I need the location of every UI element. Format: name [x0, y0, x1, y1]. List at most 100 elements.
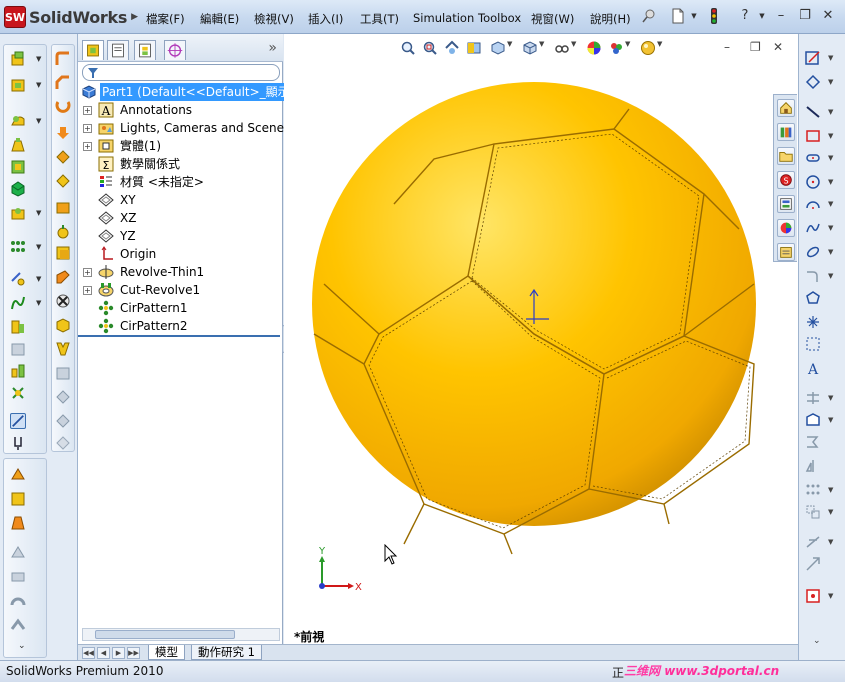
- mirror-icon[interactable]: [10, 363, 26, 379]
- tree-item-annotations[interactable]: + A Annotations: [78, 101, 283, 119]
- dropdown-arrow-icon[interactable]: ▼: [828, 592, 833, 600]
- menu-help[interactable]: 說明(H): [590, 11, 631, 27]
- rapid-sketch-icon[interactable]: [805, 588, 821, 604]
- sketch-mode-icon[interactable]: [10, 413, 26, 429]
- menu-tools[interactable]: 工具(T): [360, 11, 399, 27]
- split-icon[interactable]: [55, 293, 71, 309]
- dropdown-arrow-icon[interactable]: ▼: [36, 55, 41, 63]
- tree-item-origin[interactable]: Origin: [78, 245, 283, 263]
- menu-window[interactable]: 視窗(W): [531, 11, 574, 27]
- expand-panel-button[interactable]: »: [268, 40, 277, 56]
- base-flange-icon[interactable]: [10, 467, 26, 483]
- linear-pattern-icon[interactable]: [10, 239, 26, 255]
- dropdown-arrow-icon[interactable]: ▼: [828, 538, 833, 546]
- dropdown-arrow-icon[interactable]: ▼: [828, 272, 833, 280]
- dropdown-arrow-icon[interactable]: ▼: [36, 81, 41, 89]
- dropdown-arrow-icon[interactable]: ▼: [828, 508, 833, 516]
- solidworks-logo[interactable]: SW SolidWorks ▶: [4, 6, 138, 28]
- draft-icon[interactable]: [55, 125, 71, 141]
- dimxpertmanager-tab-icon[interactable]: [164, 40, 186, 60]
- instant3d-icon[interactable]: [10, 319, 26, 335]
- dropdown-arrow-icon[interactable]: ▼: [828, 486, 833, 494]
- dropdown-arrow-icon[interactable]: ▼: [828, 78, 833, 86]
- menu-toolbox[interactable]: Toolbox: [478, 11, 521, 25]
- intersect-icon[interactable]: [55, 199, 71, 215]
- propertymanager-tab-icon[interactable]: [107, 40, 129, 60]
- new-dropdown-icon[interactable]: ▼: [686, 8, 702, 24]
- rectangle-icon[interactable]: [805, 128, 821, 144]
- dropdown-arrow-icon[interactable]: ▼: [36, 299, 41, 307]
- dropdown-arrow-icon[interactable]: ▼: [828, 200, 833, 208]
- design-library-icon[interactable]: [777, 123, 795, 141]
- tree-item-plane-xz[interactable]: XZ: [78, 209, 283, 227]
- custom-properties-icon[interactable]: [777, 243, 795, 261]
- new-document-icon[interactable]: [670, 8, 686, 24]
- tab-model[interactable]: 模型: [148, 645, 185, 660]
- configurationmanager-tab-icon[interactable]: [134, 40, 156, 60]
- restore-button[interactable]: ❐: [797, 8, 813, 24]
- text-icon[interactable]: A: [805, 360, 821, 376]
- tree-item-cut-revolve1[interactable]: + Cut-Revolve1: [78, 281, 283, 299]
- tree-item-equations[interactable]: Σ 數學關係式: [78, 155, 283, 173]
- trim-entities-icon[interactable]: [805, 390, 821, 406]
- dropdown-arrow-icon[interactable]: ▼: [36, 275, 41, 283]
- convert-entities-icon[interactable]: [805, 412, 821, 428]
- boundary-boss-icon[interactable]: [10, 159, 26, 175]
- fillet-icon[interactable]: [55, 51, 71, 67]
- shell-feature-icon[interactable]: [55, 245, 71, 261]
- point-icon[interactable]: [805, 314, 821, 330]
- curves-icon[interactable]: [10, 295, 26, 311]
- lofted-boss-icon[interactable]: [10, 137, 26, 153]
- move-face-icon[interactable]: [10, 385, 26, 401]
- tree-item-cirpattern2[interactable]: CirPattern2: [78, 317, 283, 335]
- centerline-icon[interactable]: [805, 336, 821, 352]
- dropdown-arrow-icon[interactable]: ▼: [828, 54, 833, 62]
- search-results-icon[interactable]: S: [777, 171, 795, 189]
- featuremanager-tab-icon[interactable]: [82, 40, 104, 60]
- dropdown-arrow-icon[interactable]: ▼: [36, 243, 41, 251]
- file-explorer-icon[interactable]: [777, 147, 795, 165]
- resources-home-icon[interactable]: [777, 99, 795, 117]
- first-tab-arrow-icon[interactable]: ◀◀: [82, 647, 95, 659]
- appearances-scenes-icon[interactable]: [777, 219, 795, 237]
- pin-icon[interactable]: [641, 8, 657, 24]
- extruded-cut-icon[interactable]: [10, 181, 26, 197]
- tree-item-lights-cameras[interactable]: + Lights, Cameras and Scene: [78, 119, 284, 137]
- slot-icon[interactable]: [805, 150, 821, 166]
- minimize-button[interactable]: –: [773, 8, 789, 24]
- rebuild-traffic-light-icon[interactable]: [706, 8, 722, 24]
- revolved-boss-icon[interactable]: [10, 77, 26, 93]
- spline-icon[interactable]: [805, 220, 821, 236]
- hole-wizard-icon[interactable]: [55, 223, 71, 239]
- expand-toggle[interactable]: +: [83, 106, 92, 115]
- dropdown-arrow-icon[interactable]: ▼: [828, 154, 833, 162]
- prev-tab-arrow-icon[interactable]: ◀: [97, 647, 110, 659]
- revolved-cut-icon[interactable]: [10, 205, 26, 221]
- dropdown-arrow-icon[interactable]: ▼: [36, 209, 41, 217]
- dome-icon[interactable]: [55, 149, 71, 165]
- rib-icon[interactable]: [55, 99, 71, 115]
- line-icon[interactable]: [805, 104, 821, 120]
- ellipse-icon[interactable]: [805, 244, 821, 260]
- help-dropdown-icon[interactable]: ▼: [754, 8, 770, 24]
- dropdown-arrow-icon[interactable]: ▼: [828, 224, 833, 232]
- dropdown-arrow-icon[interactable]: ▼: [828, 108, 833, 116]
- menu-view[interactable]: 檢視(V): [254, 11, 294, 27]
- scale-icon[interactable]: [55, 269, 71, 285]
- close-button[interactable]: ✕: [820, 8, 836, 24]
- reference-geometry-icon[interactable]: [10, 271, 26, 287]
- circle-icon[interactable]: [805, 174, 821, 190]
- rollback-bar[interactable]: [78, 335, 280, 337]
- swept-boss-icon[interactable]: [10, 113, 26, 129]
- menu-file[interactable]: 檔案(F): [146, 11, 185, 27]
- sketch-icon[interactable]: [805, 50, 821, 66]
- expand-toggle[interactable]: +: [83, 142, 92, 151]
- polygon-icon[interactable]: [805, 290, 821, 306]
- tree-root-part[interactable]: Part1 (Default<<Default>_顯示: [78, 83, 292, 101]
- expand-toggle[interactable]: +: [83, 268, 92, 277]
- expand-toggle[interactable]: +: [83, 124, 92, 133]
- next-tab-arrow-icon[interactable]: ▶: [112, 647, 125, 659]
- expand-toggle[interactable]: +: [83, 286, 92, 295]
- tree-item-revolve-thin1[interactable]: + Revolve-Thin1: [78, 263, 283, 281]
- dropdown-arrow-icon[interactable]: ▼: [828, 132, 833, 140]
